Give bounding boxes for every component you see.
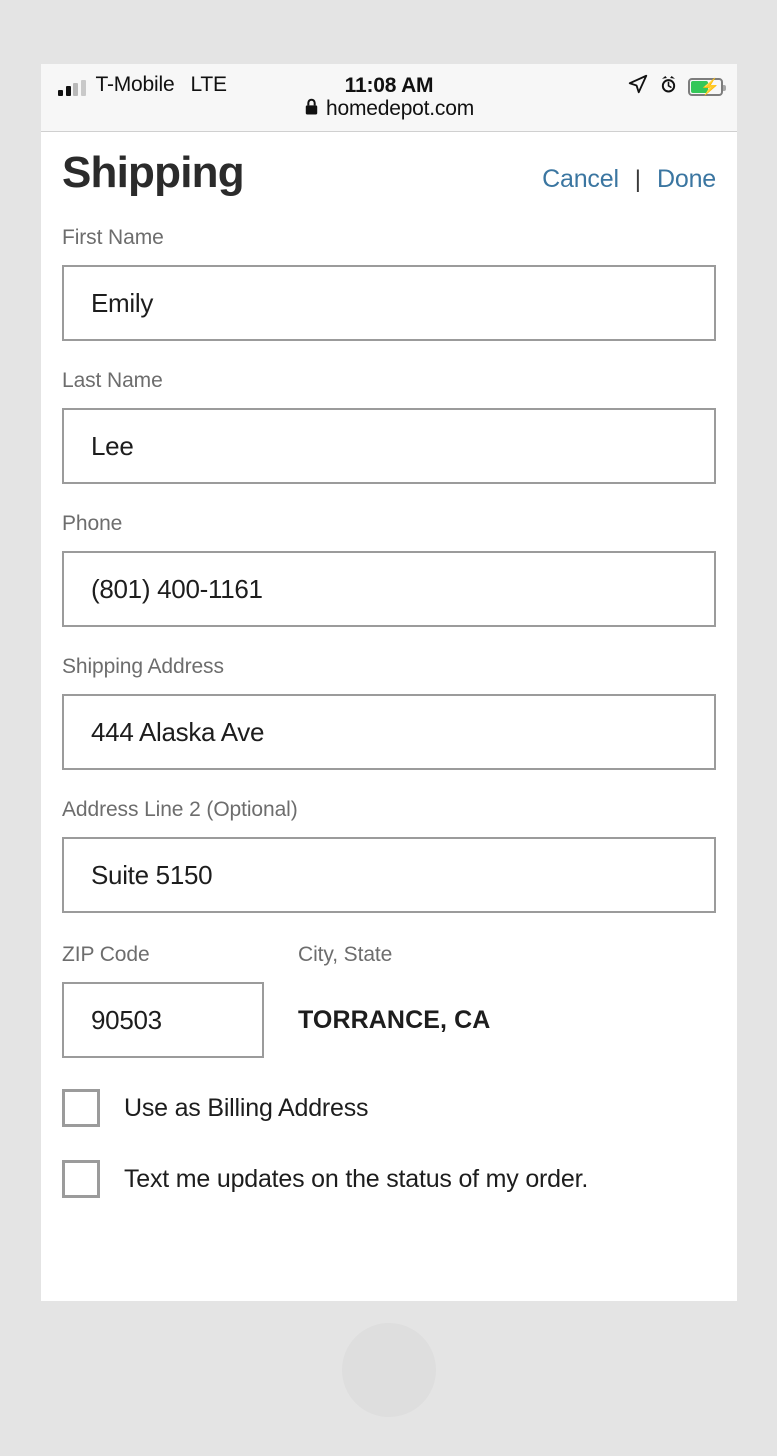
lock-icon: [304, 98, 319, 121]
phone-input[interactable]: [62, 551, 716, 627]
address-line-2-input[interactable]: [62, 837, 716, 913]
page-content: Shipping Cancel | Done First Name Last N…: [41, 132, 737, 1198]
url-bar[interactable]: homedepot.com: [41, 97, 737, 121]
status-bar: T-Mobile LTE 11:08 AM ⚡ homedepot.com: [41, 64, 737, 132]
battery-charging-icon: ⚡: [688, 77, 726, 96]
field-group-phone: Phone: [62, 512, 716, 627]
zip-city-values: TORRANCE, CA: [62, 982, 716, 1058]
city-state-label: City, State: [298, 943, 393, 966]
phone-label: Phone: [62, 512, 123, 535]
field-group-last-name: Last Name: [62, 369, 716, 484]
url-text: homedepot.com: [326, 97, 474, 120]
use-as-billing-address-checkbox[interactable]: [62, 1089, 100, 1127]
phone-screen: T-Mobile LTE 11:08 AM ⚡ homedepot.com Sh…: [41, 64, 737, 1301]
status-icons-group: ⚡: [627, 73, 726, 100]
city-state-value: TORRANCE, CA: [298, 1005, 491, 1034]
checkbox-row-text-updates[interactable]: Text me updates on the status of my orde…: [62, 1160, 716, 1198]
shipping-address-label: Shipping Address: [62, 655, 224, 678]
cancel-button[interactable]: Cancel: [542, 165, 619, 194]
zip-city-labels: ZIP Code City, State: [62, 943, 716, 967]
use-as-billing-address-label: Use as Billing Address: [124, 1093, 369, 1122]
text-updates-checkbox[interactable]: [62, 1160, 100, 1198]
text-updates-label: Text me updates on the status of my orde…: [124, 1164, 589, 1193]
page-title: Shipping: [62, 148, 245, 197]
home-button[interactable]: [342, 1323, 436, 1417]
zip-city-row: ZIP Code City, State TORRANCE, CA: [62, 943, 716, 1058]
header-actions: Cancel | Done: [542, 165, 716, 197]
field-group-shipping-address: Shipping Address: [62, 655, 716, 770]
zip-code-label: ZIP Code: [62, 943, 150, 966]
last-name-input[interactable]: [62, 408, 716, 484]
field-group-address-line-2: Address Line 2 (Optional): [62, 798, 716, 913]
last-name-label: Last Name: [62, 369, 163, 392]
location-arrow-icon: [627, 73, 649, 100]
page-header: Shipping Cancel | Done: [62, 132, 716, 198]
alarm-clock-icon: [658, 74, 679, 100]
done-button[interactable]: Done: [657, 165, 716, 194]
header-separator: |: [634, 165, 642, 193]
field-group-first-name: First Name: [62, 226, 716, 341]
checkbox-row-billing-address[interactable]: Use as Billing Address: [62, 1089, 716, 1127]
address-line-2-label: Address Line 2 (Optional): [62, 798, 298, 821]
shipping-address-input[interactable]: [62, 694, 716, 770]
device-frame: T-Mobile LTE 11:08 AM ⚡ homedepot.com Sh…: [4, 8, 773, 1448]
first-name-label: First Name: [62, 226, 164, 249]
zip-code-input[interactable]: [62, 982, 264, 1058]
status-bar-top-row: T-Mobile LTE 11:08 AM ⚡: [41, 72, 737, 100]
first-name-input[interactable]: [62, 265, 716, 341]
